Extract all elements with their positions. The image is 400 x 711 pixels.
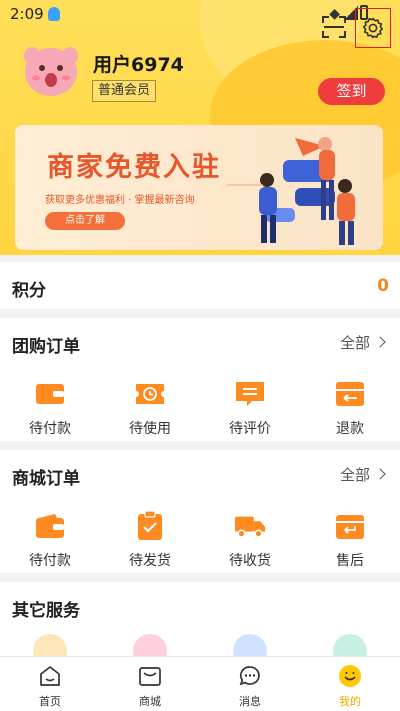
points-label: 积分 [12, 281, 46, 301]
return-box-icon [334, 510, 366, 542]
tab-label: 首页 [39, 695, 61, 708]
tab-mine[interactable]: 我的 [300, 657, 400, 711]
username: 用户6974 [93, 54, 184, 76]
tab-mall[interactable]: 商城 [100, 657, 200, 711]
points-row[interactable]: 积分 0 [0, 262, 400, 309]
profile-header: 2:09 ◆ 用户6974 普通会员 签到 商家免费入驻 获取更多优惠福利 · … [0, 0, 400, 255]
order-status-label: 待付款 [29, 421, 71, 437]
avatar[interactable] [18, 42, 84, 100]
group-order-refund[interactable]: 退款 [300, 378, 400, 448]
truck-icon [234, 510, 266, 542]
tab-label: 我的 [339, 695, 361, 708]
points-value: 0 [377, 276, 389, 296]
tab-label: 商城 [139, 695, 161, 708]
gear-icon [362, 17, 384, 39]
other-services-title: 其它服务 [12, 601, 80, 621]
checkin-button[interactable]: 签到 [318, 78, 385, 105]
shopping-bag-icon [137, 663, 163, 689]
bottom-navigation: 首页 商城 消息 我的 [0, 656, 400, 711]
other-services-section: 其它服务 [0, 582, 400, 668]
mall-order-to-ship[interactable]: 待发货 [100, 510, 200, 580]
order-status-label: 待发货 [129, 553, 171, 569]
mall-orders-title: 商城订单 [12, 469, 80, 489]
banner-illustration [227, 137, 355, 245]
scan-qr-button[interactable] [322, 16, 346, 38]
qq-notification-icon [48, 7, 60, 21]
banner-learn-more-button[interactable]: 点击了解 [45, 212, 125, 230]
order-status-label: 待评价 [229, 421, 271, 437]
status-time: 2:09 [10, 5, 44, 23]
wallet-icon [34, 378, 66, 410]
home-icon [37, 663, 63, 689]
chevron-right-icon [374, 468, 386, 480]
tab-home[interactable]: 首页 [0, 657, 100, 711]
member-level-badge: 普通会员 [92, 80, 157, 102]
tab-label: 消息 [239, 695, 261, 708]
settings-button[interactable] [355, 8, 391, 48]
order-status-label: 待使用 [129, 421, 171, 437]
wallet-icon [34, 510, 66, 542]
order-status-label: 退款 [336, 421, 364, 437]
banner-subtitle: 获取更多优惠福利 · 掌握最新咨询 [45, 195, 195, 206]
mall-order-after-sales[interactable]: 售后 [300, 510, 400, 580]
group-order-to-review[interactable]: 待评价 [200, 378, 300, 448]
group-orders-title: 团购订单 [12, 337, 80, 357]
order-status-label: 待付款 [29, 553, 71, 569]
group-orders-section: 团购订单 全部 待付款 待使用 待评价 退款 [0, 318, 400, 441]
mall-orders-all-link[interactable]: 全部 [339, 464, 386, 485]
comment-icon [234, 378, 266, 410]
group-orders-all-link[interactable]: 全部 [339, 332, 386, 353]
clipboard-check-icon [134, 510, 166, 542]
chat-icon [237, 663, 263, 689]
all-label: 全部 [339, 334, 370, 352]
chevron-right-icon [374, 336, 386, 348]
order-status-label: 售后 [336, 553, 364, 569]
group-order-to-use[interactable]: 待使用 [100, 378, 200, 448]
merchant-banner[interactable]: 商家免费入驻 获取更多优惠福利 · 掌握最新咨询 点击了解 [15, 125, 383, 250]
refund-icon [334, 378, 366, 410]
mall-orders-section: 商城订单 全部 待付款 待发货 待收货 售后 [0, 450, 400, 573]
mall-order-to-receive[interactable]: 待收货 [200, 510, 300, 580]
ticket-clock-icon [134, 378, 166, 410]
banner-title: 商家免费入驻 [47, 152, 221, 183]
group-order-pending-payment[interactable]: 待付款 [0, 378, 100, 448]
order-status-label: 待收货 [229, 553, 271, 569]
smiley-icon [337, 663, 363, 689]
tab-messages[interactable]: 消息 [200, 657, 300, 711]
mall-order-pending-payment[interactable]: 待付款 [0, 510, 100, 580]
all-label: 全部 [339, 466, 370, 484]
